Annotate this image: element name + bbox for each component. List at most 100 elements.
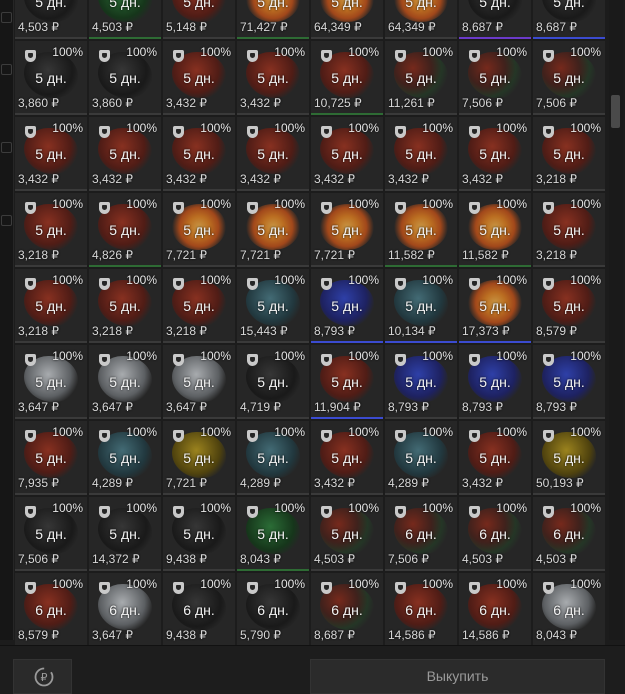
item-cell[interactable]: 100% 5 дн. 3,432 ₽ xyxy=(237,41,309,115)
item-cell[interactable]: 5 дн. 4,503 ₽ xyxy=(89,0,161,39)
item-price: 11,904 ₽ xyxy=(314,400,361,414)
item-cell[interactable]: 100% 6 дн. 4,503 ₽ xyxy=(459,497,531,571)
item-cell[interactable]: 100% 5 дн. 3,432 ₽ xyxy=(89,117,161,191)
item-price: 7,721 ₽ xyxy=(314,248,355,262)
item-cell[interactable]: 100% 5 дн. 4,719 ₽ xyxy=(237,345,309,419)
item-cell[interactable]: 100% 5 дн. 3,432 ₽ xyxy=(311,117,383,191)
item-cell[interactable]: 100% 5 дн. 8,793 ₽ xyxy=(311,269,383,343)
item-cell[interactable]: 100% 5 дн. 3,647 ₽ xyxy=(163,345,235,419)
item-cell[interactable]: 100% 5 дн. 10,134 ₽ xyxy=(385,269,457,343)
refund-button[interactable]: ₽ xyxy=(13,659,72,694)
item-cell[interactable]: 100% 5 дн. 3,860 ₽ xyxy=(15,41,87,115)
item-cell[interactable]: 100% 5 дн. 4,826 ₽ xyxy=(89,193,161,267)
item-rental-term: 5 дн. xyxy=(479,298,511,314)
item-cell[interactable]: 100% 6 дн. 14,586 ₽ xyxy=(459,573,531,647)
item-rental-term: 6 дн. xyxy=(257,602,289,618)
item-price: 3,432 ₽ xyxy=(314,172,355,186)
item-cell[interactable]: 100% 5 дн. 3,860 ₽ xyxy=(89,41,161,115)
item-cell[interactable]: 100% 5 дн. 3,218 ₽ xyxy=(533,193,605,267)
item-cell[interactable]: 100% 5 дн. 8,793 ₽ xyxy=(459,345,531,419)
item-cell[interactable]: 100% 5 дн. 3,432 ₽ xyxy=(311,421,383,495)
menu-icon[interactable] xyxy=(1,12,12,23)
item-cell[interactable]: 100% 5 дн. 11,582 ₽ xyxy=(385,193,457,267)
item-cell[interactable]: 100% 6 дн. 5,790 ₽ xyxy=(237,573,309,647)
item-cell[interactable]: 100% 6 дн. 3,647 ₽ xyxy=(89,573,161,647)
item-cell[interactable]: 100% 5 дн. 50,193 ₽ xyxy=(533,421,605,495)
item-cell[interactable]: 100% 6 дн. 14,586 ₽ xyxy=(385,573,457,647)
shield-icon xyxy=(543,430,554,442)
item-cell[interactable]: 100% 5 дн. 4,289 ₽ xyxy=(237,421,309,495)
scrollbar[interactable] xyxy=(609,0,623,640)
item-rental-term: 5 дн. xyxy=(553,0,585,10)
item-cell[interactable]: 100% 5 дн. 8,579 ₽ xyxy=(533,269,605,343)
item-price: 7,506 ₽ xyxy=(536,96,577,110)
item-cell[interactable]: 100% 5 дн. 3,218 ₽ xyxy=(89,269,161,343)
item-cell[interactable]: 100% 5 дн. 11,904 ₽ xyxy=(311,345,383,419)
item-cell[interactable]: 100% 5 дн. 3,647 ₽ xyxy=(89,345,161,419)
buyout-button[interactable]: Выкупить xyxy=(310,659,605,694)
item-rental-term: 5 дн. xyxy=(257,146,289,162)
item-cell[interactable]: 5 дн. 5,148 ₽ xyxy=(163,0,235,39)
item-rental-term: 5 дн. xyxy=(405,298,437,314)
scrollbar-thumb[interactable] xyxy=(611,95,620,128)
filter-icon[interactable] xyxy=(1,142,12,153)
item-cell[interactable]: 100% 5 дн. 3,432 ₽ xyxy=(15,117,87,191)
item-cell[interactable]: 100% 6 дн. 7,506 ₽ xyxy=(385,497,457,571)
item-cell[interactable]: 100% 5 дн. 3,218 ₽ xyxy=(15,193,87,267)
shield-icon xyxy=(543,506,554,518)
shield-icon xyxy=(247,582,258,594)
item-cell[interactable]: 100% 5 дн. 8,793 ₽ xyxy=(385,345,457,419)
item-cell[interactable]: 100% 5 дн. 3,218 ₽ xyxy=(15,269,87,343)
item-cell[interactable]: 5 дн. 64,349 ₽ xyxy=(311,0,383,39)
shield-icon xyxy=(469,50,480,62)
item-cell[interactable]: 100% 5 дн. 3,432 ₽ xyxy=(163,117,235,191)
item-cell[interactable]: 100% 5 дн. 3,432 ₽ xyxy=(459,421,531,495)
item-cell[interactable]: 100% 5 дн. 3,218 ₽ xyxy=(533,117,605,191)
item-cell[interactable]: 100% 5 дн. 3,432 ₽ xyxy=(163,41,235,115)
item-cell[interactable]: 5 дн. 71,427 ₽ xyxy=(237,0,309,39)
item-cell[interactable]: 100% 5 дн. 7,506 ₽ xyxy=(459,41,531,115)
item-cell[interactable]: 100% 5 дн. 7,721 ₽ xyxy=(311,193,383,267)
item-durability: 100% xyxy=(126,197,157,211)
item-cell[interactable]: 100% 6 дн. 4,503 ₽ xyxy=(533,497,605,571)
item-price: 14,372 ₽ xyxy=(92,552,140,566)
item-cell[interactable]: 100% 5 дн. 4,289 ₽ xyxy=(89,421,161,495)
item-cell[interactable]: 100% 5 дн. 7,721 ₽ xyxy=(163,421,235,495)
item-cell[interactable]: 100% 5 дн. 3,218 ₽ xyxy=(163,269,235,343)
item-cell[interactable]: 5 дн. 8,687 ₽ xyxy=(459,0,531,39)
item-price: 14,586 ₽ xyxy=(388,628,436,642)
item-cell[interactable]: 100% 5 дн. 3,432 ₽ xyxy=(237,117,309,191)
item-cell[interactable]: 100% 5 дн. 3,432 ₽ xyxy=(385,117,457,191)
item-cell[interactable]: 100% 5 дн. 17,373 ₽ xyxy=(459,269,531,343)
item-cell[interactable]: 100% 5 дн. 4,289 ₽ xyxy=(385,421,457,495)
item-cell[interactable]: 100% 5 дн. 7,506 ₽ xyxy=(15,497,87,571)
item-cell[interactable]: 100% 6 дн. 8,043 ₽ xyxy=(533,573,605,647)
item-cell[interactable]: 100% 5 дн. 7,721 ₽ xyxy=(237,193,309,267)
item-cell[interactable]: 100% 5 дн. 3,647 ₽ xyxy=(15,345,87,419)
item-price: 3,218 ₽ xyxy=(166,324,207,338)
item-cell[interactable]: 100% 5 дн. 7,506 ₽ xyxy=(533,41,605,115)
shield-icon xyxy=(173,50,184,62)
item-cell[interactable]: 5 дн. 8,687 ₽ xyxy=(533,0,605,39)
item-durability: 100% xyxy=(274,197,305,211)
item-cell[interactable]: 100% 5 дн. 3,432 ₽ xyxy=(459,117,531,191)
item-cell[interactable]: 100% 5 дн. 11,582 ₽ xyxy=(459,193,531,267)
item-cell[interactable]: 5 дн. 4,503 ₽ xyxy=(15,0,87,39)
item-cell[interactable]: 100% 5 дн. 11,261 ₽ xyxy=(385,41,457,115)
item-cell[interactable]: 100% 5 дн. 10,725 ₽ xyxy=(311,41,383,115)
item-cell[interactable]: 100% 5 дн. 7,935 ₽ xyxy=(15,421,87,495)
item-cell[interactable]: 100% 5 дн. 8,793 ₽ xyxy=(533,345,605,419)
item-cell[interactable]: 100% 6 дн. 8,687 ₽ xyxy=(311,573,383,647)
item-cell[interactable]: 100% 5 дн. 9,438 ₽ xyxy=(163,497,235,571)
settings-icon[interactable] xyxy=(1,215,12,226)
item-durability: 100% xyxy=(570,349,601,363)
item-cell[interactable]: 100% 5 дн. 14,372 ₽ xyxy=(89,497,161,571)
item-cell[interactable]: 100% 6 дн. 9,438 ₽ xyxy=(163,573,235,647)
list-icon[interactable] xyxy=(1,64,12,75)
item-cell[interactable]: 100% 5 дн. 4,503 ₽ xyxy=(311,497,383,571)
item-cell[interactable]: 100% 5 дн. 8,043 ₽ xyxy=(237,497,309,571)
item-cell[interactable]: 100% 5 дн. 7,721 ₽ xyxy=(163,193,235,267)
item-cell[interactable]: 5 дн. 64,349 ₽ xyxy=(385,0,457,39)
item-cell[interactable]: 100% 5 дн. 15,443 ₽ xyxy=(237,269,309,343)
item-cell[interactable]: 100% 6 дн. 8,579 ₽ xyxy=(15,573,87,647)
